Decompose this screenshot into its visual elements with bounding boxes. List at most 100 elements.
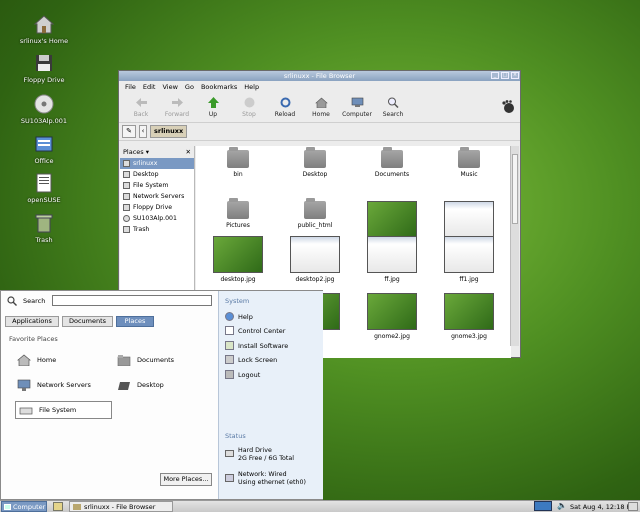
menu-bookmarks[interactable]: Bookmarks [201,83,237,91]
window-title: srlinuxx - File Browser [283,72,356,80]
search-button[interactable]: Search [375,95,411,120]
close-sidebar-icon[interactable]: ✕ [186,148,191,156]
menu-edit[interactable]: Edit [143,83,156,91]
forward-label: Forward [164,111,190,118]
stop-button[interactable]: Stop [231,95,267,120]
system-logout[interactable]: Logout [225,370,260,379]
reload-button[interactable]: Reload [267,95,303,120]
show-desktop-icon[interactable] [53,502,63,511]
network-status-icon[interactable] [534,501,552,511]
sidebar-header: Places ▾ ✕ [120,146,194,158]
fav-label: File System [39,406,77,414]
fav-network-servers[interactable]: Network Servers [17,376,91,394]
tab-label: Documents [68,317,107,325]
desktop-icon-opensuse[interactable]: openSUSE [9,172,79,204]
fav-file-system[interactable]: File System [15,401,112,419]
sidebar-item-desktop[interactable]: Desktop [120,169,194,180]
folder-item[interactable]: Music [434,147,504,178]
taskbar-window-button[interactable]: srlinuxx - File Browser [69,501,173,512]
sidebar-item-network-servers[interactable]: Network Servers [120,191,194,202]
image-file-item[interactable]: desktop.jpg [203,236,273,283]
install-software-icon [225,341,234,350]
fav-desktop[interactable]: Desktop [117,376,164,394]
sidebar-item-cd[interactable]: SU103Alp.001 [120,213,194,224]
fav-documents[interactable]: Documents [117,351,174,369]
home-icon [123,160,130,167]
fav-home[interactable]: Home [17,351,56,369]
reload-label: Reload [274,111,296,118]
status-network[interactable]: Network: Wired Using ethernet (eth0) [225,471,306,487]
menu-help[interactable]: Help [244,83,259,91]
more-places-button[interactable]: More Places... [160,473,212,486]
sidebar-item-trash[interactable]: Trash [120,224,194,235]
image-file-item[interactable]: ff.jpg [357,236,427,283]
tab-applications[interactable]: Applications [5,316,59,327]
system-install-software[interactable]: Install Software [225,341,288,350]
tab-places[interactable]: Places [116,316,154,327]
maximize-icon[interactable]: □ [501,72,509,79]
home-button[interactable]: Home [303,95,339,120]
notification-icon[interactable] [628,502,638,511]
image-file-item[interactable]: ff1.jpg [434,236,504,283]
folder-icon [458,147,480,168]
logout-icon [225,370,234,379]
image-file-item[interactable]: desktop2.jpg [280,236,350,283]
location-bar: ✎ ‹ srlinuxx [119,123,520,141]
path-button-home[interactable]: srlinuxx [150,125,188,138]
computer-menu-button[interactable]: Computer [1,501,47,512]
sidebar-item-srlinuxx[interactable]: srlinuxx [120,158,194,169]
desktop-icon-label: SU103Alp.001 [20,117,68,125]
window-titlebar[interactable]: srlinuxx - File Browser _ □ × [119,71,520,81]
desktop-icon-trash[interactable]: Trash [9,212,79,244]
search-icon [387,97,399,108]
fav-label: Documents [137,356,175,364]
volume-icon[interactable]: 🔈 [557,501,567,510]
close-icon[interactable]: × [511,72,519,79]
folder-item[interactable]: bin [203,147,273,178]
edit-location-icon[interactable]: ✎ [122,125,136,138]
clock[interactable]: Sat Aug 4, 12:18 PM [570,503,636,511]
status-detail-text: 2G Free / 6G Total [238,455,294,462]
folder-item[interactable]: public_html [280,198,350,229]
forward-button[interactable]: Forward [159,95,195,120]
menu-view[interactable]: View [162,83,177,91]
scrollbar-thumb[interactable] [512,154,518,224]
menu-go[interactable]: Go [185,83,194,91]
places-dropdown[interactable]: Places ▾ [123,148,149,156]
desktop-icon-label: Office [34,157,54,165]
sidebar-item-floppy[interactable]: Floppy Drive [120,202,194,213]
more-places-label: More Places... [163,475,209,483]
file-label: Desktop [302,171,328,178]
sidebar-item-label: Floppy Drive [133,204,173,211]
desktop-icon-office[interactable]: Office [9,133,79,165]
tab-documents[interactable]: Documents [62,316,113,327]
menu-file[interactable]: File [125,83,136,91]
sidebar-item-file-system[interactable]: File System [120,180,194,191]
drive-icon [123,182,130,189]
folder-item[interactable]: Pictures [203,198,273,229]
search-icon [7,296,17,306]
image-thumbnail-icon [290,236,340,273]
file-label: gnome2.jpg [374,333,410,340]
desktop-icon-cd[interactable]: SU103Alp.001 [9,93,79,125]
up-button[interactable]: Up [195,95,231,120]
search-input[interactable] [52,295,212,306]
back-button[interactable]: Back [123,95,159,120]
start-menu: Search Applications Documents Places Fav… [0,290,323,500]
desktop-icon-home[interactable]: srlinux's Home [9,13,79,45]
desktop-icon-floppy[interactable]: Floppy Drive [9,52,79,84]
status-hard-drive[interactable]: Hard Drive 2G Free / 6G Total [225,447,294,463]
minimize-icon[interactable]: _ [491,72,499,79]
image-file-item[interactable]: gnome2.jpg [357,293,427,340]
computer-button[interactable]: Computer [339,95,375,120]
system-help[interactable]: Help [225,312,253,321]
file-label: desktop.jpg [220,276,256,283]
image-file-item[interactable]: gnome3.jpg [434,293,504,340]
system-lock-screen[interactable]: Lock Screen [225,355,277,364]
back-label: Back [133,111,149,118]
system-control-center[interactable]: Control Center [225,326,285,335]
folder-item[interactable]: Desktop [280,147,350,178]
vertical-scrollbar[interactable] [510,146,519,346]
folder-item[interactable]: Documents [357,147,427,178]
path-back-icon[interactable]: ‹ [139,125,147,138]
